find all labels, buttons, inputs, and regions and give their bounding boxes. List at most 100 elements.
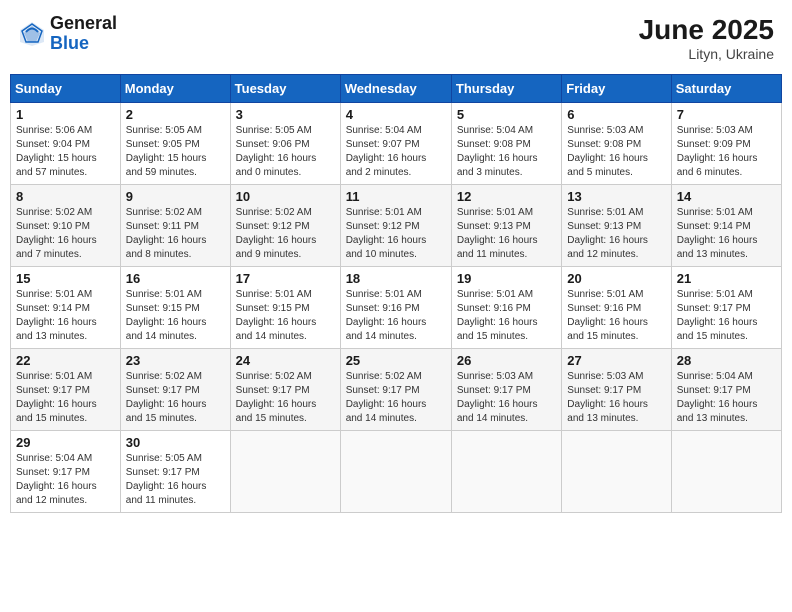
day-number: 3 <box>236 107 335 122</box>
calendar-cell: 18 Sunrise: 5:01 AM Sunset: 9:16 PM Dayli… <box>340 267 451 349</box>
weekday-header-wednesday: Wednesday <box>340 75 451 103</box>
calendar-cell: 8Sunrise: 5:02 AM Sunset: 9:10 PM Daylig… <box>11 185 121 267</box>
calendar-table: SundayMondayTuesdayWednesdayThursdayFrid… <box>10 74 782 513</box>
calendar-cell: 23Sunrise: 5:02 AM Sunset: 9:17 PM Dayli… <box>120 349 230 431</box>
day-content: Sunrise: 5:05 AM Sunset: 9:17 PM Dayligh… <box>126 452 225 508</box>
day-content: Sunrise: 5:01 AM Sunset: 9:15 PM Dayligh… <box>236 288 335 344</box>
day-content: Sunrise: 5:01 AM Sunset: 9:16 PM Dayligh… <box>567 288 665 344</box>
calendar-cell: 7 Sunrise: 5:03 AM Sunset: 9:09 PM Daylig… <box>671 103 781 185</box>
day-number: 11 <box>346 189 446 204</box>
day-number: 2 <box>126 107 225 122</box>
day-number: 9 <box>126 189 225 204</box>
weekday-header-tuesday: Tuesday <box>230 75 340 103</box>
logo-blue-text: Blue <box>50 34 117 54</box>
calendar-cell: 6Sunrise: 5:03 AM Sunset: 9:08 PM Daylig… <box>562 103 671 185</box>
calendar-cell: 29 Sunrise: 5:04 AM Sunset: 9:17 PM Dayli… <box>11 431 121 513</box>
calendar-cell: 12Sunrise: 5:01 AM Sunset: 9:13 PM Dayli… <box>451 185 561 267</box>
day-content: Sunrise: 5:01 AM Sunset: 9:17 PM Dayligh… <box>677 288 776 344</box>
day-content: Sunrise: 5:04 AM Sunset: 9:07 PM Dayligh… <box>346 124 446 180</box>
day-number: 26 <box>457 353 556 368</box>
day-number: 16 <box>126 271 225 286</box>
day-number: 1 <box>16 107 115 122</box>
calendar-cell: 15 Sunrise: 5:01 AM Sunset: 9:14 PM Dayli… <box>11 267 121 349</box>
calendar-cell: 24 Sunrise: 5:02 AM Sunset: 9:17 PM Dayli… <box>230 349 340 431</box>
weekday-header-monday: Monday <box>120 75 230 103</box>
day-content: Sunrise: 5:01 AM Sunset: 9:14 PM Dayligh… <box>677 206 776 262</box>
day-number: 14 <box>677 189 776 204</box>
calendar-cell <box>230 431 340 513</box>
day-number: 5 <box>457 107 556 122</box>
calendar-week-3: 15 Sunrise: 5:01 AM Sunset: 9:14 PM Dayli… <box>11 267 782 349</box>
day-content: Sunrise: 5:02 AM Sunset: 9:10 PM Dayligh… <box>16 206 115 262</box>
calendar-cell: 11 Sunrise: 5:01 AM Sunset: 9:12 PM Dayli… <box>340 185 451 267</box>
calendar-cell: 13 Sunrise: 5:01 AM Sunset: 9:13 PM Dayli… <box>562 185 671 267</box>
calendar-cell <box>671 431 781 513</box>
day-content: Sunrise: 5:01 AM Sunset: 9:16 PM Dayligh… <box>346 288 446 344</box>
day-content: Sunrise: 5:03 AM Sunset: 9:17 PM Dayligh… <box>457 370 556 426</box>
day-content: Sunrise: 5:04 AM Sunset: 9:17 PM Dayligh… <box>16 452 115 508</box>
calendar-week-4: 22Sunrise: 5:01 AM Sunset: 9:17 PM Dayli… <box>11 349 782 431</box>
calendar-cell: 30 Sunrise: 5:05 AM Sunset: 9:17 PM Dayli… <box>120 431 230 513</box>
day-number: 18 <box>346 271 446 286</box>
calendar-cell: 10 Sunrise: 5:02 AM Sunset: 9:12 PM Dayli… <box>230 185 340 267</box>
day-content: Sunrise: 5:03 AM Sunset: 9:08 PM Dayligh… <box>567 124 665 180</box>
calendar-cell: 1 Sunrise: 5:06 AM Sunset: 9:04 PM Daylig… <box>11 103 121 185</box>
day-content: Sunrise: 5:03 AM Sunset: 9:17 PM Dayligh… <box>567 370 665 426</box>
calendar-cell: 28Sunrise: 5:04 AM Sunset: 9:17 PM Dayli… <box>671 349 781 431</box>
day-content: Sunrise: 5:04 AM Sunset: 9:08 PM Dayligh… <box>457 124 556 180</box>
day-content: Sunrise: 5:02 AM Sunset: 9:17 PM Dayligh… <box>346 370 446 426</box>
calendar-cell: 17 Sunrise: 5:01 AM Sunset: 9:15 PM Dayli… <box>230 267 340 349</box>
day-content: Sunrise: 5:06 AM Sunset: 9:04 PM Dayligh… <box>16 124 115 180</box>
weekday-header-saturday: Saturday <box>671 75 781 103</box>
day-number: 21 <box>677 271 776 286</box>
calendar-cell: 22Sunrise: 5:01 AM Sunset: 9:17 PM Dayli… <box>11 349 121 431</box>
day-number: 29 <box>16 435 115 450</box>
page-header: General Blue June 2025 Lityn, Ukraine <box>10 10 782 66</box>
title-area: June 2025 Lityn, Ukraine <box>639 14 774 62</box>
day-number: 17 <box>236 271 335 286</box>
calendar-cell: 3 Sunrise: 5:05 AM Sunset: 9:06 PM Daylig… <box>230 103 340 185</box>
day-number: 28 <box>677 353 776 368</box>
weekday-header-row: SundayMondayTuesdayWednesdayThursdayFrid… <box>11 75 782 103</box>
day-content: Sunrise: 5:05 AM Sunset: 9:06 PM Dayligh… <box>236 124 335 180</box>
day-number: 20 <box>567 271 665 286</box>
logo: General Blue <box>18 14 117 54</box>
day-content: Sunrise: 5:01 AM Sunset: 9:13 PM Dayligh… <box>567 206 665 262</box>
calendar-week-2: 8Sunrise: 5:02 AM Sunset: 9:10 PM Daylig… <box>11 185 782 267</box>
calendar-cell: 21 Sunrise: 5:01 AM Sunset: 9:17 PM Dayli… <box>671 267 781 349</box>
day-content: Sunrise: 5:01 AM Sunset: 9:12 PM Dayligh… <box>346 206 446 262</box>
day-number: 13 <box>567 189 665 204</box>
calendar-cell: 19Sunrise: 5:01 AM Sunset: 9:16 PM Dayli… <box>451 267 561 349</box>
day-number: 10 <box>236 189 335 204</box>
day-number: 7 <box>677 107 776 122</box>
day-number: 30 <box>126 435 225 450</box>
calendar-cell: 14 Sunrise: 5:01 AM Sunset: 9:14 PM Dayli… <box>671 185 781 267</box>
day-content: Sunrise: 5:02 AM Sunset: 9:17 PM Dayligh… <box>236 370 335 426</box>
calendar-cell: 2 Sunrise: 5:05 AM Sunset: 9:05 PM Daylig… <box>120 103 230 185</box>
weekday-header-sunday: Sunday <box>11 75 121 103</box>
calendar-cell: 9 Sunrise: 5:02 AM Sunset: 9:11 PM Daylig… <box>120 185 230 267</box>
calendar-cell: 16 Sunrise: 5:01 AM Sunset: 9:15 PM Dayli… <box>120 267 230 349</box>
day-number: 25 <box>346 353 446 368</box>
calendar-cell <box>340 431 451 513</box>
day-number: 15 <box>16 271 115 286</box>
location: Lityn, Ukraine <box>639 46 774 62</box>
day-content: Sunrise: 5:01 AM Sunset: 9:14 PM Dayligh… <box>16 288 115 344</box>
logo-general-text: General <box>50 14 117 34</box>
calendar-week-1: 1 Sunrise: 5:06 AM Sunset: 9:04 PM Daylig… <box>11 103 782 185</box>
weekday-header-thursday: Thursday <box>451 75 561 103</box>
day-content: Sunrise: 5:02 AM Sunset: 9:17 PM Dayligh… <box>126 370 225 426</box>
calendar-cell: 20 Sunrise: 5:01 AM Sunset: 9:16 PM Dayli… <box>562 267 671 349</box>
weekday-header-friday: Friday <box>562 75 671 103</box>
day-number: 24 <box>236 353 335 368</box>
day-content: Sunrise: 5:02 AM Sunset: 9:11 PM Dayligh… <box>126 206 225 262</box>
calendar-cell: 26 Sunrise: 5:03 AM Sunset: 9:17 PM Dayli… <box>451 349 561 431</box>
day-content: Sunrise: 5:05 AM Sunset: 9:05 PM Dayligh… <box>126 124 225 180</box>
day-number: 22 <box>16 353 115 368</box>
month-title: June 2025 <box>639 14 774 46</box>
day-content: Sunrise: 5:01 AM Sunset: 9:15 PM Dayligh… <box>126 288 225 344</box>
calendar-header: SundayMondayTuesdayWednesdayThursdayFrid… <box>11 75 782 103</box>
logo-text: General Blue <box>50 14 117 54</box>
day-content: Sunrise: 5:03 AM Sunset: 9:09 PM Dayligh… <box>677 124 776 180</box>
day-content: Sunrise: 5:02 AM Sunset: 9:12 PM Dayligh… <box>236 206 335 262</box>
